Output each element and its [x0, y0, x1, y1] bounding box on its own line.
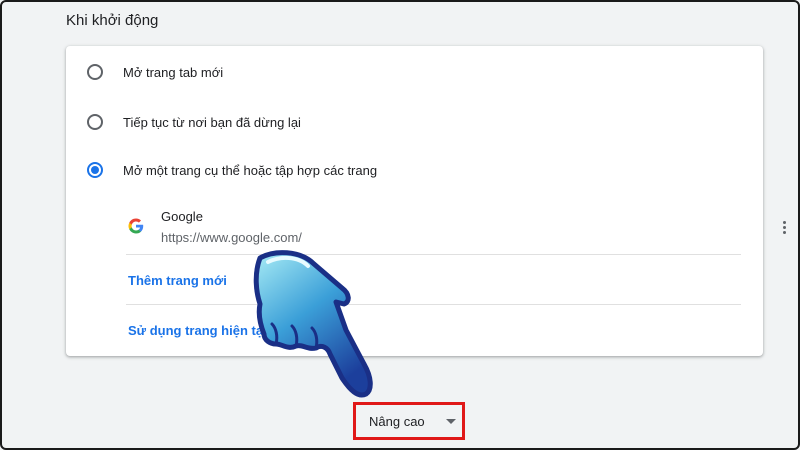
- radio-button[interactable]: [87, 64, 103, 80]
- option-label: Tiếp tục từ nơi bạn đã dừng lại: [123, 114, 301, 130]
- divider: [126, 304, 741, 305]
- advanced-button[interactable]: Nâng cao: [353, 402, 465, 440]
- caret-down-icon: [446, 419, 456, 424]
- section-title: Khi khởi động: [66, 12, 159, 29]
- option-new-tab[interactable]: Mở trang tab mới: [66, 48, 763, 96]
- divider: [126, 254, 741, 255]
- add-new-page-link[interactable]: Thêm trang mới: [128, 273, 227, 288]
- use-current-pages-link[interactable]: Sử dụng trang hiện tại: [128, 323, 267, 338]
- site-name: Google: [161, 209, 203, 224]
- option-label: Mở trang tab mới: [123, 64, 224, 80]
- startup-options-card: Mở trang tab mới Tiếp tục từ nơi bạn đã …: [66, 46, 786, 356]
- site-url: https://www.google.com/: [161, 230, 302, 245]
- option-continue[interactable]: Tiếp tục từ nơi bạn đã dừng lại: [66, 98, 763, 146]
- advanced-label: Nâng cao: [369, 414, 425, 429]
- more-actions-icon[interactable]: [774, 217, 794, 237]
- radio-button[interactable]: [87, 114, 103, 130]
- google-favicon-icon: [128, 218, 144, 234]
- radio-button-checked[interactable]: [87, 162, 103, 178]
- option-label: Mở một trang cụ thể hoặc tập hợp các tra…: [123, 162, 378, 178]
- startup-page-row: Google https://www.google.com/: [126, 200, 786, 254]
- option-specific-pages[interactable]: Mở một trang cụ thể hoặc tập hợp các tra…: [66, 146, 763, 194]
